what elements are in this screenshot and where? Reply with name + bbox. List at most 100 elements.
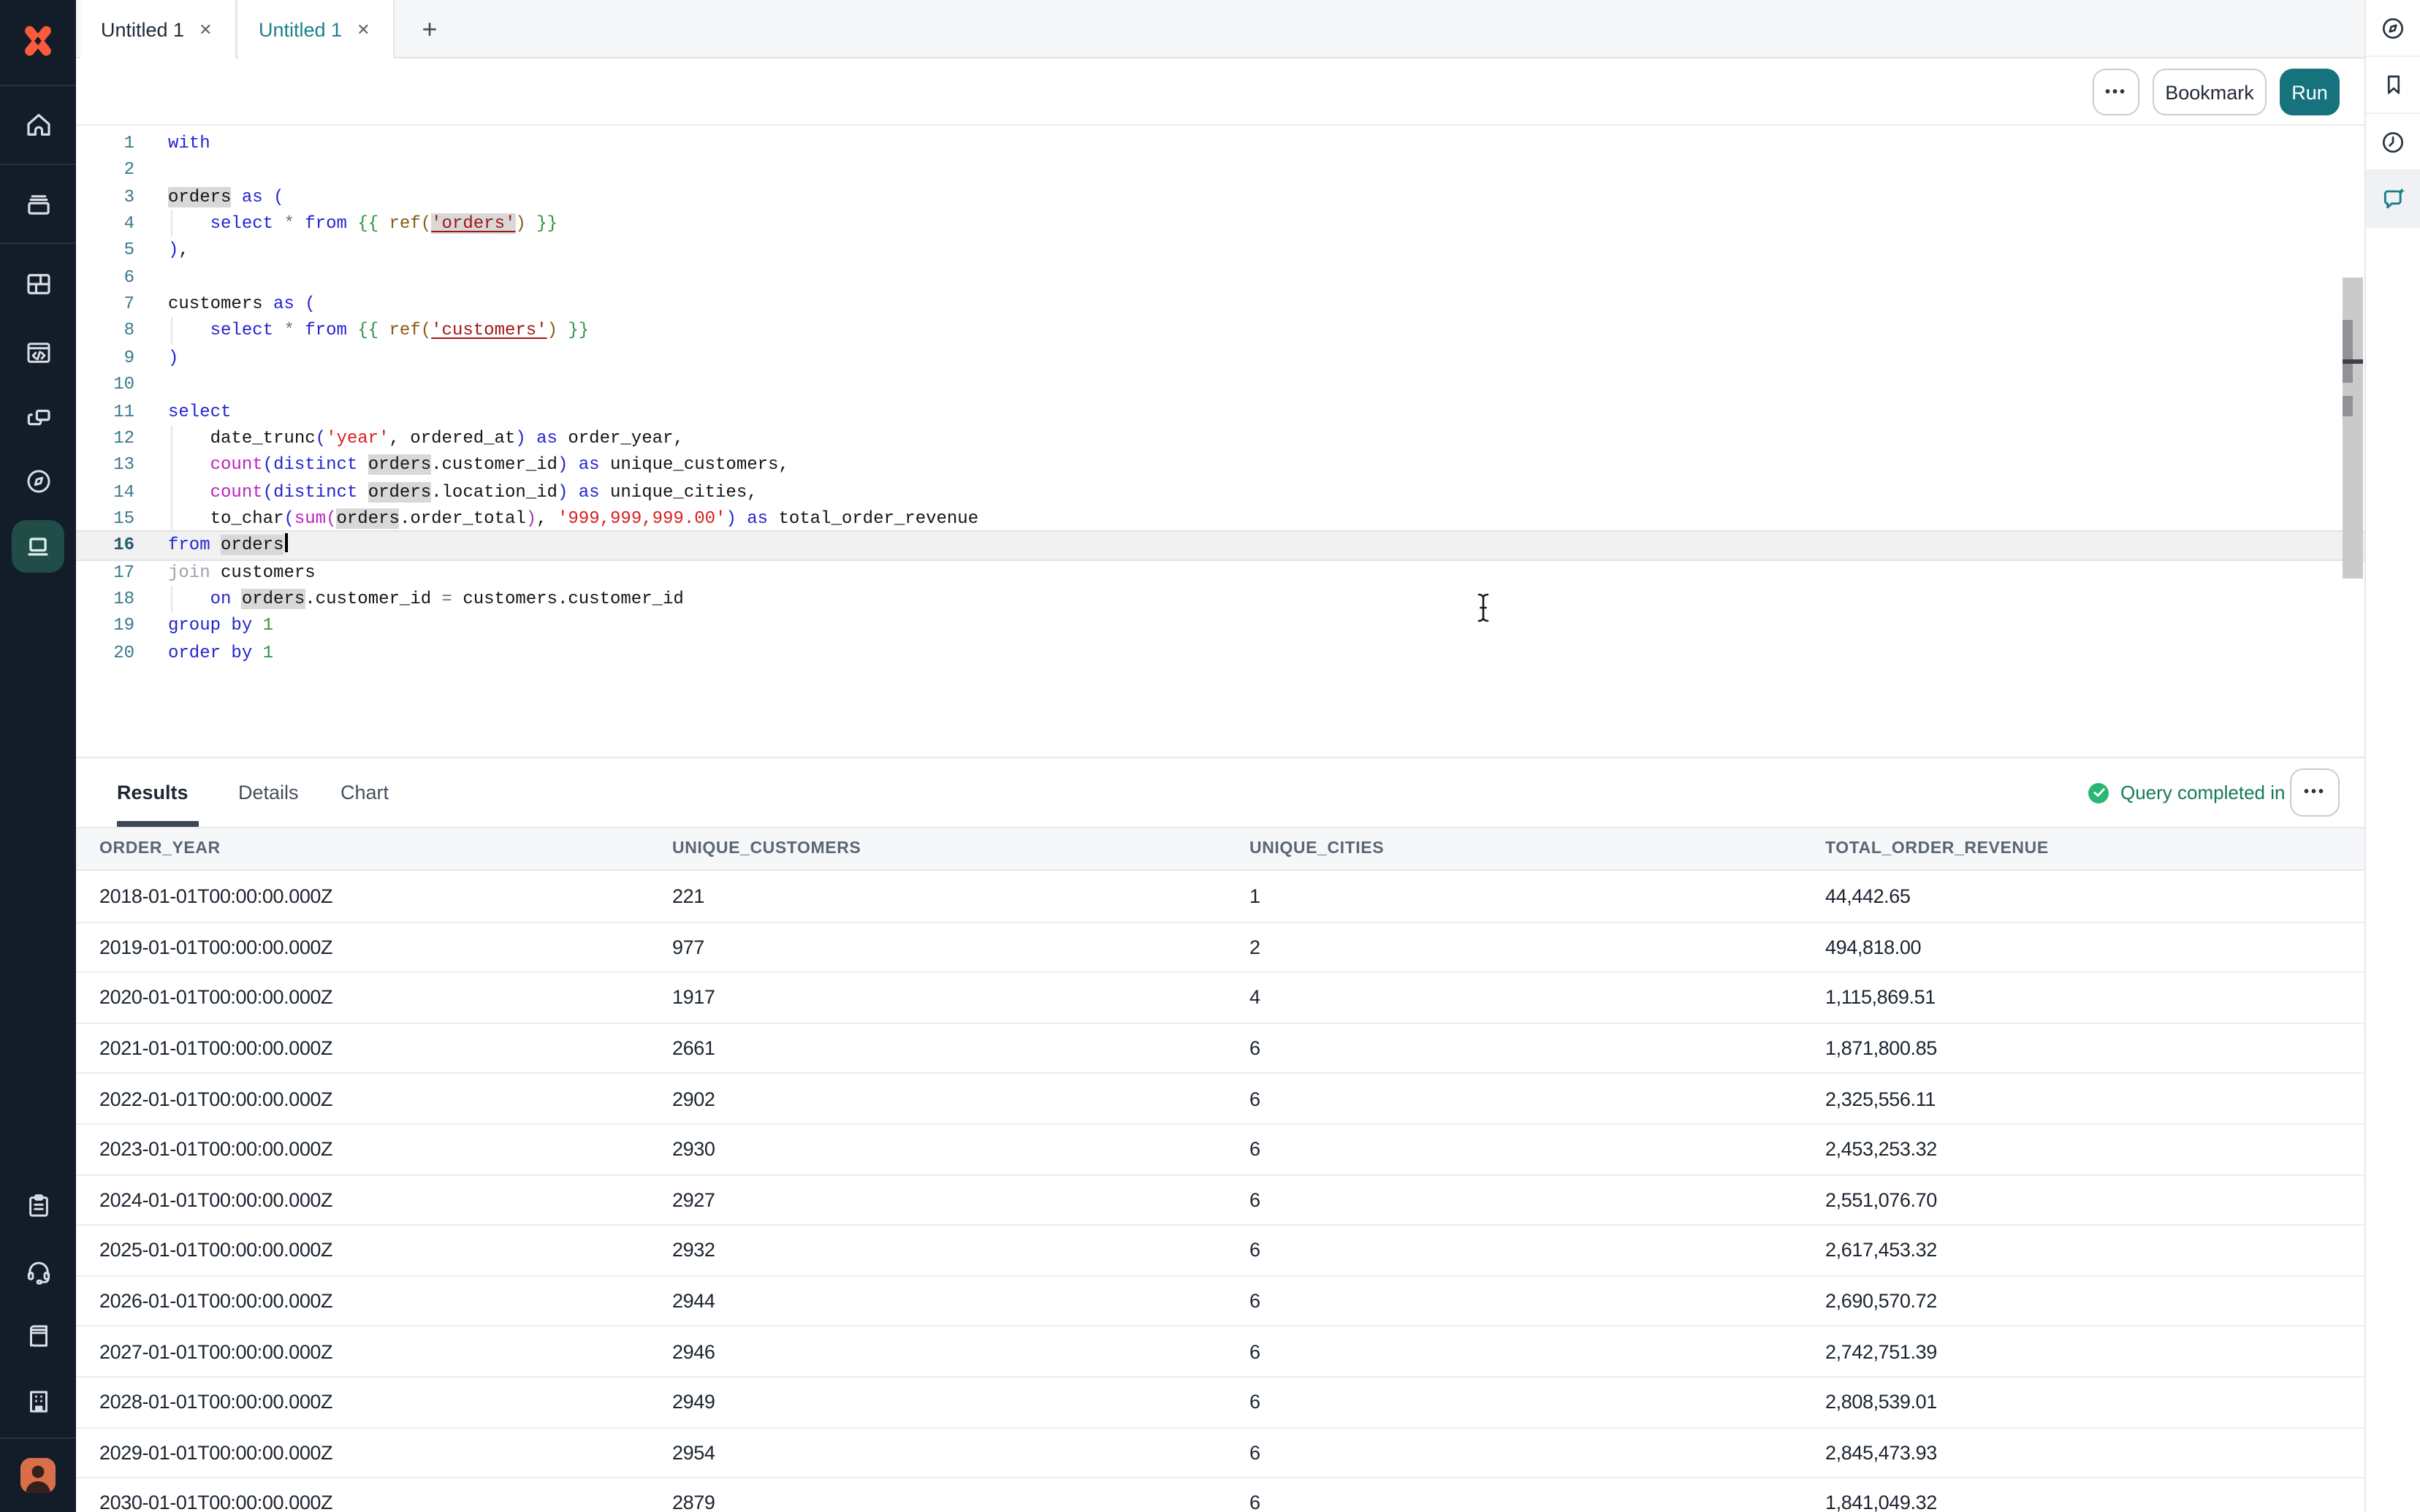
code-line[interactable]: group by 1 [168,613,273,640]
code-line[interactable]: order by 1 [168,639,273,666]
table-cell[interactable]: 221 [649,886,1226,908]
table-cell[interactable]: 2954 [649,1442,1226,1464]
sidebar-item-apps[interactable] [0,254,76,313]
code-line[interactable]: count(distinct orders.location_id) as un… [168,478,758,505]
table-cell[interactable]: 2,742,751.39 [1802,1340,2364,1362]
table-cell[interactable]: 2932 [649,1240,1226,1261]
table-row[interactable]: 2019-01-01T00:00:00.000Z9772494,818.00 [76,923,2364,973]
table-cell[interactable]: 2024-01-01T00:00:00.000Z [76,1189,649,1211]
sidebar-item-changelog[interactable] [0,1176,76,1234]
column-header[interactable]: UNIQUE_CITIES [1226,840,1802,858]
code-line[interactable]: from orders [168,532,288,560]
table-cell[interactable]: 2,690,570.72 [1802,1290,2364,1312]
code-line[interactable]: join customers [168,559,316,586]
run-button[interactable]: Run [2280,69,2340,115]
sidebar-item-notebook-active[interactable] [12,520,64,573]
close-icon[interactable]: ✕ [357,20,370,39]
table-cell[interactable]: 2879 [649,1492,1226,1512]
table-cell[interactable]: 6 [1226,1442,1802,1464]
hex-logo[interactable] [0,12,76,70]
new-tab-button[interactable]: + [406,0,453,58]
column-header[interactable]: TOTAL_ORDER_REVENUE [1802,840,2364,858]
sidebar-item-collections[interactable] [0,174,76,232]
table-row[interactable]: 2029-01-01T00:00:00.000Z295462,845,473.9… [76,1428,2364,1478]
table-cell[interactable]: 2025-01-01T00:00:00.000Z [76,1240,649,1261]
sidebar-item-docs[interactable] [0,1306,76,1364]
code-line[interactable]: select * from {{ ref('orders') }} [168,210,558,237]
rail-item-explore[interactable] [2366,0,2420,57]
table-cell[interactable]: 1,115,869.51 [1802,987,2364,1009]
table-cell[interactable]: 1,871,800.85 [1802,1037,2364,1059]
table-cell[interactable]: 2030-01-01T00:00:00.000Z [76,1492,649,1512]
rail-item-ai-assistant[interactable] [2366,171,2420,228]
code-line[interactable]: to_char(sum(orders.order_total), '999,99… [168,505,978,532]
table-row[interactable]: 2021-01-01T00:00:00.000Z266161,871,800.8… [76,1024,2364,1074]
table-cell[interactable]: 977 [649,936,1226,958]
rail-item-history[interactable] [2366,114,2420,171]
rail-item-bookmarks[interactable] [2366,57,2420,114]
table-cell[interactable]: 1,841,049.32 [1802,1492,2364,1512]
table-cell[interactable]: 2661 [649,1037,1226,1059]
code-line[interactable]: with [168,130,210,157]
table-row[interactable]: 2022-01-01T00:00:00.000Z290262,325,556.1… [76,1074,2364,1125]
table-cell[interactable]: 2930 [649,1139,1226,1161]
table-cell[interactable]: 6 [1226,1340,1802,1362]
table-cell[interactable]: 4 [1226,987,1802,1009]
table-row[interactable]: 2024-01-01T00:00:00.000Z292762,551,076.7… [76,1175,2364,1226]
table-cell[interactable]: 2,325,556.11 [1802,1088,2364,1110]
sidebar-item-organization[interactable] [0,1372,76,1430]
code-line[interactable]: select * from {{ ref('customers') }} [168,318,589,345]
table-cell[interactable]: 6 [1226,1240,1802,1261]
sidebar-item-windows[interactable] [0,389,76,447]
table-row[interactable]: 2023-01-01T00:00:00.000Z293062,453,253.3… [76,1125,2364,1175]
more-options-button[interactable]: ••• [2093,69,2139,115]
table-cell[interactable]: 2029-01-01T00:00:00.000Z [76,1442,649,1464]
table-cell[interactable]: 6 [1226,1088,1802,1110]
table-cell[interactable]: 2949 [649,1391,1226,1413]
table-cell[interactable]: 6 [1226,1290,1802,1312]
table-cell[interactable]: 1 [1226,886,1802,908]
sql-editor[interactable]: 1with23orders as (4 select * from {{ ref… [76,126,2364,757]
table-cell[interactable]: 1917 [649,987,1226,1009]
close-icon[interactable]: ✕ [199,20,212,39]
results-more-button[interactable]: ••• [2290,768,2340,817]
code-line[interactable]: select [168,398,231,425]
editor-scrollbar-thumb[interactable] [2343,320,2353,383]
column-header[interactable]: UNIQUE_CUSTOMERS [649,840,1226,858]
column-header[interactable]: ORDER_YEAR [76,840,649,858]
table-cell[interactable]: 2027-01-01T00:00:00.000Z [76,1340,649,1362]
document-tab-2[interactable]: Untitled 1 ✕ [238,0,395,58]
document-tab-1[interactable]: Untitled 1 ✕ [80,0,237,58]
table-cell[interactable]: 44,442.65 [1802,886,2364,908]
table-cell[interactable]: 2,845,473.93 [1802,1442,2364,1464]
table-cell[interactable]: 6 [1226,1391,1802,1413]
table-cell[interactable]: 2946 [649,1340,1226,1362]
code-line[interactable]: count(distinct orders.customer_id) as un… [168,451,789,478]
sidebar-item-support[interactable] [0,1242,76,1300]
table-row[interactable]: 2025-01-01T00:00:00.000Z293262,617,453.3… [76,1226,2364,1276]
sidebar-item-home[interactable] [0,95,76,153]
sidebar-item-explore[interactable] [0,451,76,510]
table-cell[interactable]: 2021-01-01T00:00:00.000Z [76,1037,649,1059]
code-line[interactable]: date_trunc('year', ordered_at) as order_… [168,425,684,452]
table-cell[interactable]: 2,551,076.70 [1802,1189,2364,1211]
table-cell[interactable]: 2944 [649,1290,1226,1312]
table-cell[interactable]: 2026-01-01T00:00:00.000Z [76,1290,649,1312]
table-cell[interactable]: 6 [1226,1492,1802,1512]
table-cell[interactable]: 2902 [649,1088,1226,1110]
table-row[interactable]: 2028-01-01T00:00:00.000Z294962,808,539.0… [76,1378,2364,1428]
table-cell[interactable]: 2,617,453.32 [1802,1240,2364,1261]
tab-results[interactable]: Results [117,758,189,827]
code-line[interactable]: ), [168,237,189,264]
table-cell[interactable]: 2,453,253.32 [1802,1139,2364,1161]
code-line[interactable]: orders as ( [168,183,284,210]
table-cell[interactable]: 2019-01-01T00:00:00.000Z [76,936,649,958]
table-cell[interactable]: 6 [1226,1037,1802,1059]
user-avatar[interactable] [20,1458,56,1493]
table-cell[interactable]: 2020-01-01T00:00:00.000Z [76,987,649,1009]
table-row[interactable]: 2020-01-01T00:00:00.000Z191741,115,869.5… [76,973,2364,1023]
code-line[interactable]: customers as ( [168,291,316,318]
table-cell[interactable]: 2927 [649,1189,1226,1211]
table-row[interactable]: 2027-01-01T00:00:00.000Z294662,742,751.3… [76,1327,2364,1378]
tab-chart[interactable]: Chart [340,758,389,827]
